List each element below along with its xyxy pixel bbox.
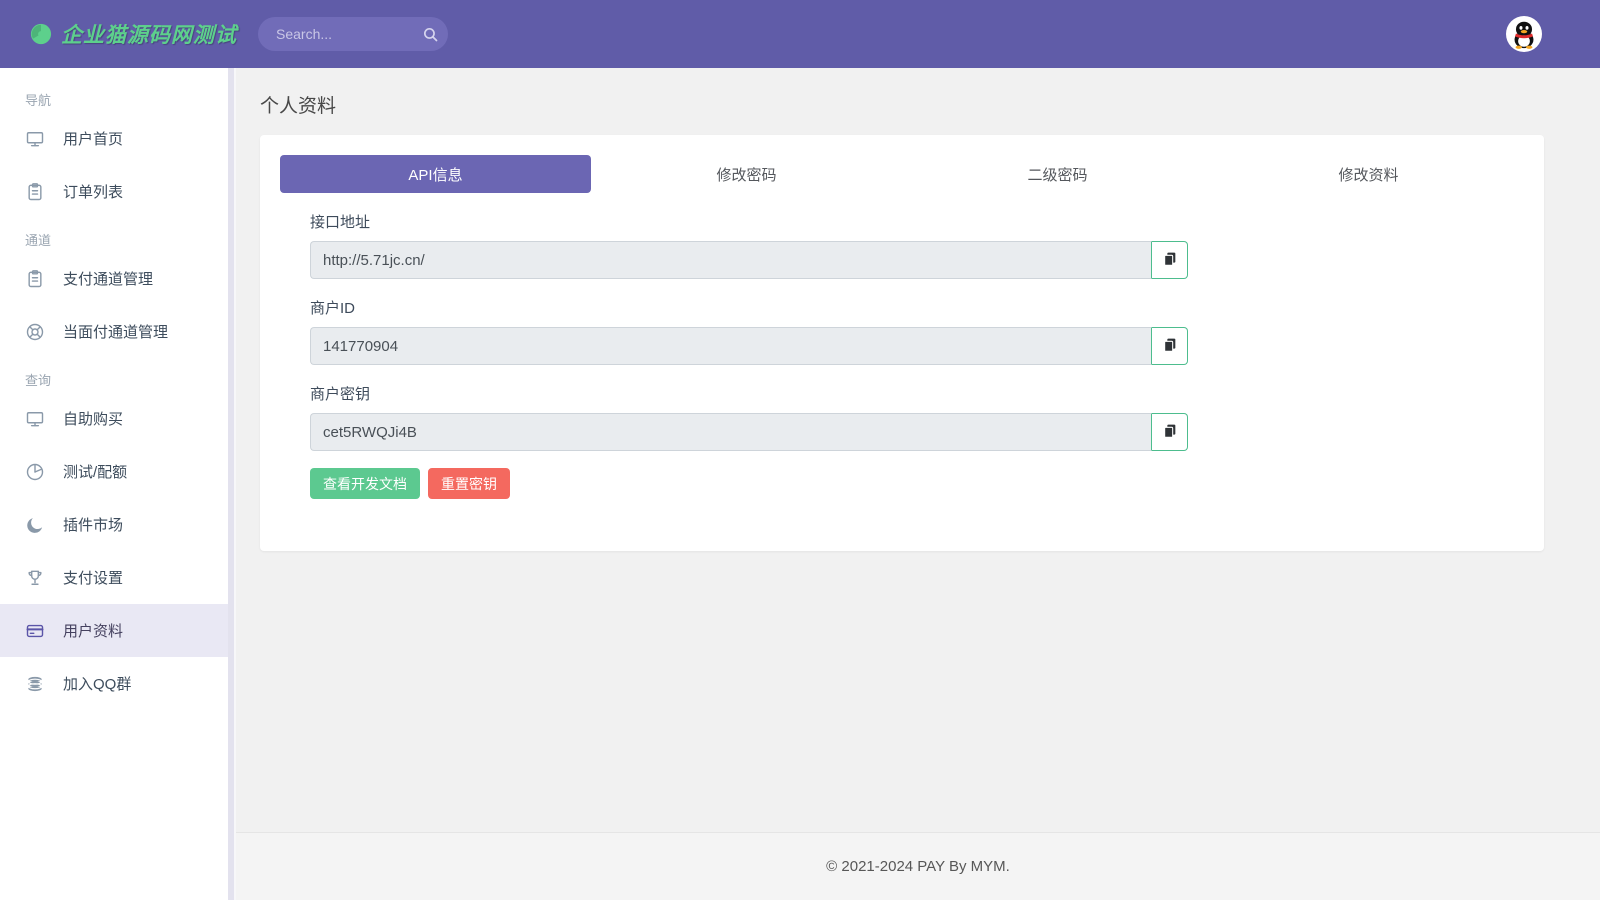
- moon-icon: [25, 515, 45, 535]
- credit-card-icon: [25, 621, 45, 641]
- sidebar-item-coins[interactable]: 加入QQ群: [0, 657, 228, 710]
- field-input-group: [310, 327, 1188, 365]
- copy-button[interactable]: [1152, 413, 1188, 451]
- sidebar-item-monitor[interactable]: 用户首页: [0, 112, 228, 165]
- sidebar-item-label: 支付通道管理: [63, 268, 153, 289]
- sidebar-item-credit-card[interactable]: 用户资料: [0, 604, 228, 657]
- qq-penguin-icon: [1507, 17, 1541, 51]
- page-title: 个人资料: [236, 68, 1600, 135]
- search-box: [258, 17, 448, 51]
- brand-pie-icon: [30, 23, 52, 45]
- sidebar-item-monitor[interactable]: 自助购买: [0, 392, 228, 445]
- clipboard-icon: [25, 269, 45, 289]
- sidebar-item-label: 订单列表: [63, 181, 123, 202]
- monitor-icon: [25, 129, 45, 149]
- field-input[interactable]: [310, 241, 1152, 279]
- sidebar-section-label: 查询: [25, 370, 203, 392]
- tab-3[interactable]: 修改资料: [1213, 155, 1524, 193]
- sidebar-item-label: 用户首页: [63, 128, 123, 149]
- brand[interactable]: 企业猫源码网测试: [0, 19, 228, 49]
- copy-button[interactable]: [1152, 241, 1188, 279]
- lifebuoy-icon: [25, 322, 45, 342]
- brand-title: 企业猫源码网测试: [61, 19, 237, 49]
- tab-1[interactable]: 修改密码: [591, 155, 902, 193]
- reset-key-button[interactable]: 重置密钥: [428, 468, 510, 499]
- field-label: 商户ID: [310, 297, 1188, 318]
- header: 企业猫源码网测试: [0, 0, 1600, 68]
- footer: © 2021-2024 PAY By MYM.: [236, 832, 1600, 900]
- view-docs-button[interactable]: 查看开发文档: [310, 468, 420, 499]
- sidebar-item-clipboard[interactable]: 支付通道管理: [0, 252, 228, 305]
- sidebar-section-label: 导航: [25, 90, 203, 112]
- sidebar-item-label: 支付设置: [63, 567, 123, 588]
- sidebar-item-label: 用户资料: [63, 620, 123, 641]
- sidebar-item-moon[interactable]: 插件市场: [0, 498, 228, 551]
- user-avatar[interactable]: [1506, 16, 1542, 52]
- trophy-icon: [25, 568, 45, 588]
- field-label: 接口地址: [310, 211, 1188, 232]
- copy-icon: [1162, 251, 1178, 270]
- copy-button[interactable]: [1152, 327, 1188, 365]
- copyright-text: © 2021-2024 PAY By MYM.: [826, 858, 1010, 875]
- copy-icon: [1162, 423, 1178, 442]
- monitor-icon: [25, 409, 45, 429]
- main-content: 个人资料 API信息修改密码二级密码修改资料 接口地址商户ID 商户密钥查看开发文…: [236, 68, 1600, 900]
- field-label: 商户密钥: [310, 383, 1188, 404]
- field-input[interactable]: [310, 413, 1152, 451]
- sidebar-item-trophy[interactable]: 支付设置: [0, 551, 228, 604]
- copy-icon: [1162, 337, 1178, 356]
- sidebar-item-pie-chart[interactable]: 测试/配额: [0, 445, 228, 498]
- tab-2[interactable]: 二级密码: [902, 155, 1213, 193]
- clipboard-icon: [25, 182, 45, 202]
- search-icon[interactable]: [416, 20, 444, 48]
- sidebar-item-clipboard[interactable]: 订单列表: [0, 165, 228, 218]
- sidebar-item-lifebuoy[interactable]: 当面付通道管理: [0, 305, 228, 358]
- sidebar-item-label: 当面付通道管理: [63, 321, 168, 342]
- tab-0[interactable]: API信息: [280, 155, 591, 193]
- sidebar: 导航用户首页订单列表通道支付通道管理当面付通道管理查询自助购买测试/配额插件市场…: [0, 68, 228, 900]
- field-input[interactable]: [310, 327, 1152, 365]
- field-input-group: [310, 413, 1188, 451]
- coins-icon: [25, 674, 45, 694]
- sidebar-section-label: 通道: [25, 230, 203, 252]
- field-input-group: [310, 241, 1188, 279]
- tab-bar: API信息修改密码二级密码修改资料: [280, 155, 1524, 193]
- sidebar-item-label: 插件市场: [63, 514, 123, 535]
- pie-chart-icon: [25, 462, 45, 482]
- api-info-form: 接口地址商户ID 商户密钥查看开发文档重置密钥: [310, 211, 1188, 499]
- sidebar-item-label: 自助购买: [63, 408, 123, 429]
- sidebar-nav: 导航用户首页订单列表通道支付通道管理当面付通道管理查询自助购买测试/配额插件市场…: [0, 90, 228, 710]
- sidebar-scrollbar[interactable]: [228, 68, 236, 900]
- form-actions: 查看开发文档重置密钥: [310, 468, 1188, 499]
- sidebar-item-label: 加入QQ群: [63, 673, 131, 694]
- sidebar-item-label: 测试/配额: [63, 461, 127, 482]
- profile-card: API信息修改密码二级密码修改资料 接口地址商户ID 商户密钥查看开发文档重置密钥: [260, 135, 1544, 551]
